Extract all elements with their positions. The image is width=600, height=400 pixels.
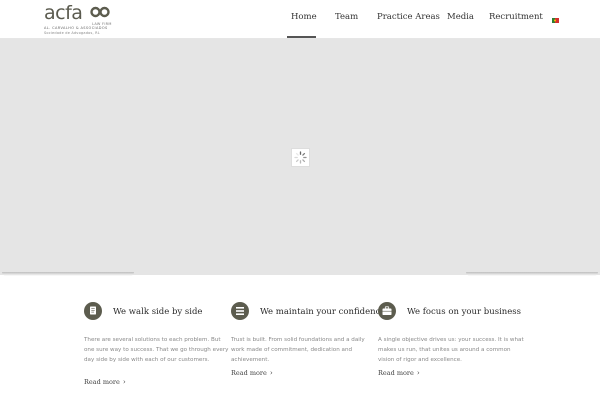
read-more-link[interactable]: Read more › <box>231 369 273 377</box>
list-icon <box>231 302 249 320</box>
read-more-link[interactable]: Read more › <box>378 369 420 377</box>
feature-title: We maintain your confidence <box>260 307 386 317</box>
nav-item-home[interactable]: Home <box>291 12 317 22</box>
chevron-right-icon: › <box>416 369 420 377</box>
chevron-right-icon: › <box>122 378 126 386</box>
read-more-link[interactable]: Read more › <box>84 378 126 386</box>
logo-subtitle-secondary: Sociedade de Advogados, RL <box>44 31 100 35</box>
feature-description: A single objective drives us: your succe… <box>378 337 524 363</box>
nav-item-practice-areas[interactable]: Practice Areas <box>377 12 440 22</box>
site-header: acfa LAW FIRM AL. CARVALHO & ASSOCIADOS … <box>0 0 600 39</box>
logo-brand-text: acfa <box>44 2 83 24</box>
nav-item-recruitment[interactable]: Recruitment <box>489 12 543 22</box>
nav-active-indicator <box>287 36 316 38</box>
feature-title: We focus on your business <box>407 307 522 317</box>
hero-shadow-left <box>2 272 134 276</box>
hero-shadow-right <box>466 272 598 276</box>
portugal-flag-icon[interactable] <box>552 18 559 23</box>
spinner-icon <box>291 148 310 167</box>
feature-description: Trust is built. From solid foundations a… <box>231 337 365 363</box>
nav-item-media[interactable]: Media <box>447 12 474 22</box>
logo-subtitle: AL. CARVALHO & ASSOCIADOS <box>44 26 108 30</box>
read-more-label: Read more <box>84 378 120 386</box>
briefcase-icon <box>378 302 396 320</box>
infinity-logo-icon <box>90 6 110 18</box>
chevron-right-icon: › <box>269 369 273 377</box>
feature-description: There are several solutions to each prob… <box>84 337 229 363</box>
document-icon <box>84 302 102 320</box>
acfa-logo[interactable]: acfa LAW FIRM AL. CARVALHO & ASSOCIADOS … <box>44 2 114 35</box>
read-more-label: Read more <box>378 369 414 377</box>
read-more-label: Read more <box>231 369 267 377</box>
nav-item-team[interactable]: Team <box>335 12 358 22</box>
feature-title: We walk side by side <box>113 307 203 317</box>
